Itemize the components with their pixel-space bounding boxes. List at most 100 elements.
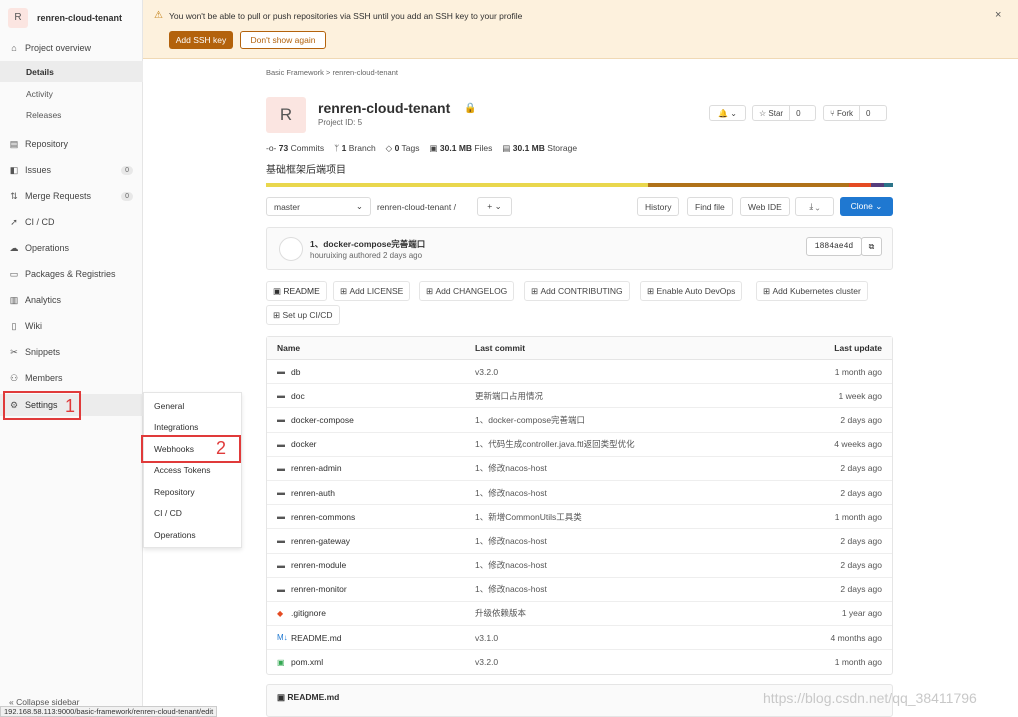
breadcrumb-project[interactable]: renren-cloud-tenant [333, 68, 398, 77]
table-row[interactable]: ◆ .gitignore 升级依赖版本 1 year ago [267, 602, 892, 627]
sidebar-sub-activity[interactable]: Activity [0, 83, 143, 104]
sidebar-item-wiki[interactable]: ▯ Wiki [0, 315, 143, 337]
file-last-commit[interactable]: 1、修改nacos-host [475, 583, 775, 595]
folder-icon: ▬ [277, 584, 285, 594]
history-button[interactable]: History [637, 197, 680, 216]
flyout-item-ci-cd[interactable]: CI / CD [154, 508, 182, 518]
commit-title[interactable]: 1、docker-compose完善端口 [310, 238, 425, 250]
sidebar-project-header[interactable]: R renren-cloud-tenant [0, 0, 143, 35]
table-row[interactable]: ▬ docker-compose 1、docker-compose完善端口 2 day… [267, 408, 892, 433]
file-last-commit[interactable]: v3.2.0 [475, 367, 775, 377]
sidebar-sub-releases[interactable]: Releases [0, 104, 143, 125]
sidebar-item-project-overview[interactable]: ⌂ Project overview [0, 37, 143, 59]
add-license-button[interactable]: ⊞ Add LICENSE [333, 281, 411, 301]
path-label[interactable]: renren-cloud-tenant [377, 202, 451, 212]
table-row[interactable]: ▬ renren-monitor 1、修改nacos-host 2 days ago [267, 578, 892, 602]
file-last-commit[interactable]: 1、修改nacos-host [475, 535, 775, 547]
close-icon[interactable]: × [995, 9, 1001, 21]
flyout-item-integrations[interactable]: Integrations [154, 422, 198, 432]
file-last-commit[interactable]: 1、新增CommonUtils工具类 [475, 511, 775, 523]
file-name[interactable]: renren-admin [291, 463, 342, 473]
file-name[interactable]: doc [291, 391, 305, 401]
flyout-item-operations[interactable]: Operations [154, 530, 196, 540]
sidebar-sub-details[interactable]: Details [0, 61, 143, 82]
status-bar-url: 192.168.58.113:9000/basic-framework/renr… [0, 706, 218, 717]
table-row[interactable]: ▬ renren-auth 1、修改nacos-host 2 days ago [267, 481, 892, 506]
mr-count-badge: 0 [121, 191, 133, 201]
web-ide-button[interactable]: Web IDE [740, 197, 790, 216]
stat-tags[interactable]: ◇ 0 Tags [386, 143, 420, 154]
file-name[interactable]: renren-module [291, 560, 346, 570]
star-button[interactable]: ☆ Star 0 [752, 105, 816, 121]
file-icon: ▣ [277, 692, 288, 702]
table-row[interactable]: ▬ renren-admin 1、修改nacos-host 2 days ago [267, 457, 892, 481]
table-row[interactable]: ▬ docker 1、代码生成controller.java.ftl返回类型优化 4 … [267, 433, 892, 457]
fork-button[interactable]: ⑂ Fork 0 [823, 105, 887, 121]
add-changelog-button[interactable]: ⊞ Add CHANGELOG [419, 281, 515, 301]
sidebar-item-ci-cd[interactable]: ➚ CI / CD [0, 211, 143, 233]
file-name-cell: ◆ .gitignore [267, 608, 475, 618]
file-name[interactable]: db [291, 367, 300, 377]
setup-ci-cd-button[interactable]: ⊞ Set up CI/CD [266, 305, 340, 325]
file-last-commit[interactable]: 1、修改nacos-host [475, 462, 775, 474]
file-last-commit[interactable]: 1、docker-compose完善端口 [475, 414, 775, 426]
sidebar-item-snippets[interactable]: ✂ Snippets [0, 341, 143, 363]
file-last-commit[interactable]: v3.1.0 [475, 633, 775, 643]
add-kubernetes-button[interactable]: ⊞ Add Kubernetes cluster [756, 281, 868, 301]
table-row[interactable]: ▬ db v3.2.0 1 month ago [267, 360, 892, 385]
sidebar-item-operations[interactable]: ☁ Operations [0, 237, 143, 259]
stat-branches[interactable]: ᛘ 1 Branch [334, 143, 376, 154]
copy-icon[interactable]: ⧉ [861, 237, 882, 256]
file-name[interactable]: renren-monitor [291, 584, 347, 594]
file-name[interactable]: docker-compose [291, 415, 354, 425]
dont-show-again-button[interactable]: Don't show again [240, 31, 326, 49]
sidebar-item-analytics[interactable]: ▥ Analytics [0, 289, 143, 311]
sidebar-item-issues[interactable]: ◧ Issues 0 [0, 159, 143, 181]
file-name[interactable]: renren-gateway [291, 536, 350, 546]
enable-auto-devops-button[interactable]: ⊞ Enable Auto DevOps [640, 281, 743, 301]
clone-button[interactable]: Clone ⌄ [840, 197, 893, 216]
stat-files[interactable]: ▣ 30.1 MB Files [430, 143, 493, 154]
add-dropdown[interactable]: + ⌄ [477, 197, 512, 216]
sidebar-item-members[interactable]: ⚇ Members [0, 367, 143, 389]
file-name[interactable]: README.md [291, 633, 342, 643]
file-last-commit[interactable]: 升级依赖版本 [475, 607, 775, 619]
table-row[interactable]: ▬ renren-gateway 1、修改nacos-host 2 days ago [267, 529, 892, 554]
breadcrumb-group[interactable]: Basic Framework [266, 68, 324, 77]
file-last-commit[interactable]: 1、修改nacos-host [475, 487, 775, 499]
table-row[interactable]: ▣ pom.xml v3.2.0 1 month ago [267, 650, 892, 674]
stat-commits[interactable]: -o- 73 Commits [266, 143, 324, 154]
file-name-cell: ▬ renren-auth [267, 488, 475, 498]
notification-dropdown[interactable]: 🔔 ⌄ [709, 105, 746, 121]
flyout-item-repository[interactable]: Repository [154, 487, 195, 497]
table-row[interactable]: ▬ doc 更新端口占用情况 1 week ago [267, 384, 892, 409]
download-dropdown[interactable]: ⤓ ⌄ [795, 197, 834, 216]
stat-storage[interactable]: ▤ 30.1 MB Storage [502, 143, 577, 154]
find-file-button[interactable]: Find file [687, 197, 733, 216]
sidebar-item-label: Members [25, 373, 63, 383]
file-name[interactable]: renren-commons [291, 512, 355, 522]
commit-sha[interactable]: 1884ae4d [806, 237, 862, 256]
file-tree-table: Name Last commit Last update ▬ db v3.2.0 1 … [266, 336, 893, 676]
file-last-commit[interactable]: 更新端口占用情况 [475, 390, 775, 402]
sidebar-item-merge-requests[interactable]: ⇅ Merge Requests 0 [0, 185, 143, 207]
flyout-item-general[interactable]: General [154, 401, 184, 411]
flyout-item-access-tokens[interactable]: Access Tokens [154, 465, 211, 475]
file-name[interactable]: docker [291, 439, 317, 449]
table-row[interactable]: M↓ README.md v3.1.0 4 months ago [267, 626, 892, 651]
file-last-commit[interactable]: 1、代码生成controller.java.ftl返回类型优化 [475, 438, 775, 450]
add-ssh-key-button[interactable]: Add SSH key [169, 31, 233, 49]
add-contributing-button[interactable]: ⊞ Add CONTRIBUTING [524, 281, 630, 301]
file-last-commit[interactable]: 1、修改nacos-host [475, 559, 775, 571]
readme-button[interactable]: ▣ README [266, 281, 327, 301]
branch-select[interactable]: master ⌄ [266, 197, 371, 216]
table-row[interactable]: ▬ renren-module 1、修改nacos-host 2 days ago [267, 554, 892, 578]
sidebar-item-repository[interactable]: ▤ Repository [0, 133, 143, 155]
file-name[interactable]: pom.xml [291, 657, 323, 667]
file-name[interactable]: renren-auth [291, 488, 335, 498]
table-row[interactable]: ▬ renren-commons 1、新增CommonUtils工具类 1 month… [267, 505, 892, 530]
file-last-commit[interactable]: v3.2.0 [475, 657, 775, 667]
language-segment [871, 183, 884, 187]
file-name[interactable]: .gitignore [291, 608, 326, 618]
sidebar-item-packages[interactable]: ▭ Packages & Registries [0, 263, 143, 285]
